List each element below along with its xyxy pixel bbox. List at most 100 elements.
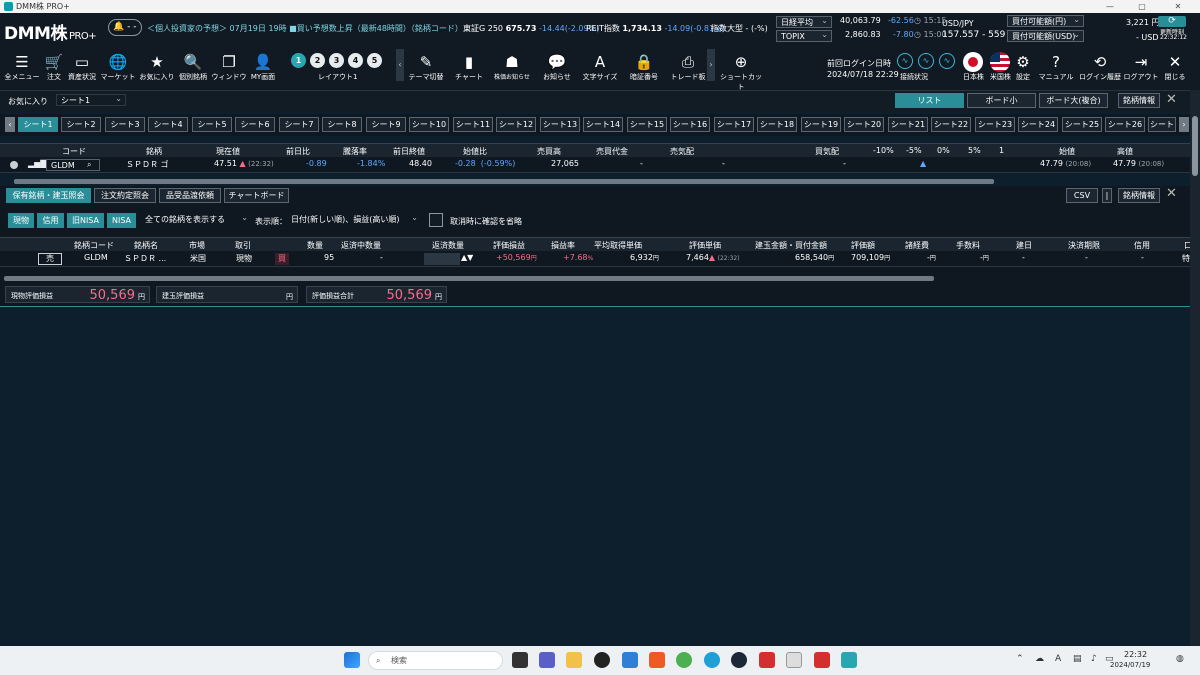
code-input[interactable]: GLDM ⌕ — [46, 159, 100, 171]
close-panel-icon[interactable]: ✕ — [1166, 92, 1177, 107]
notice-button[interactable]: 💬 お知らせ — [537, 52, 577, 82]
holdings-h-scrollbar[interactable] — [4, 276, 934, 281]
tab-sheet11[interactable]: シート11 — [453, 117, 493, 132]
mini-chart-icon[interactable]: ▂▅▇ — [28, 159, 46, 168]
layout-5-button[interactable]: 5 — [367, 53, 382, 68]
tab-sheet9[interactable]: シート9 — [366, 117, 406, 132]
quote-h-scrollbar[interactable] — [14, 179, 994, 184]
teams-icon[interactable] — [539, 652, 555, 668]
tab-sheet7[interactable]: シート7 — [279, 117, 319, 132]
login-history-button[interactable]: ⟲ ログイン履歴 — [1078, 52, 1122, 82]
tab-delivery[interactable]: 品受品渡依頼 — [159, 188, 221, 203]
tab-sheet8[interactable]: シート8 — [322, 117, 362, 132]
tab-sheet14[interactable]: シート14 — [583, 117, 623, 132]
toolbar-scroll-left[interactable]: ‹ — [396, 49, 404, 81]
tab-sheet25[interactable]: シート25 — [1062, 117, 1102, 132]
minimize-button[interactable]: — — [1095, 0, 1125, 13]
brave-icon[interactable] — [649, 652, 665, 668]
notification-icon[interactable]: ◍ — [1176, 654, 1184, 664]
tab-sheet10[interactable]: シート10 — [409, 117, 449, 132]
tabs-scroll-left[interactable]: ‹ — [5, 117, 15, 132]
pdf-icon[interactable] — [759, 652, 775, 668]
tab-sheet16[interactable]: シート16 — [670, 117, 710, 132]
tab-sheet22[interactable]: シート22 — [931, 117, 971, 132]
main-v-scrollbar[interactable] — [1190, 90, 1200, 646]
filter-old-nisa[interactable]: 旧NISA — [67, 213, 104, 228]
market-button[interactable]: 🌐 マーケット — [98, 52, 138, 82]
tray-time[interactable]: 22:32 — [1124, 650, 1147, 659]
tray-chevron-icon[interactable]: ⌃ — [1016, 654, 1024, 664]
close-holdings-icon[interactable]: ✕ — [1166, 186, 1177, 201]
tab-sheet2[interactable]: シート2 — [61, 117, 101, 132]
filter-spot[interactable]: 現物 — [8, 213, 34, 228]
taskbar-search[interactable]: ⌕ 検索 — [368, 651, 503, 670]
tab-sheet23[interactable]: シート23 — [975, 117, 1015, 132]
tab-sheet21[interactable]: シート21 — [888, 117, 928, 132]
skip-confirm-checkbox[interactable] — [429, 213, 443, 227]
stock-detail-button[interactable]: 🔍 個別銘柄 — [173, 52, 213, 82]
manual-button[interactable]: ? マニュアル — [1037, 52, 1075, 82]
cloud-icon[interactable]: ☁ — [1035, 654, 1044, 664]
tab-sheet18[interactable]: シート18 — [757, 117, 797, 132]
close-window-button[interactable]: ✕ — [1163, 0, 1193, 13]
steam-icon[interactable] — [731, 652, 747, 668]
logout-button[interactable]: ⇥ ログアウト — [1122, 52, 1160, 82]
tab-sheet15[interactable]: シート15 — [627, 117, 667, 132]
holding-name[interactable]: ＳＰＤＲ ... — [124, 253, 166, 264]
tab-sheet1[interactable]: シート1 — [18, 117, 58, 132]
tab-sheet-more[interactable]: シート — [1148, 117, 1176, 132]
tabs-scroll-right[interactable]: › — [1179, 117, 1189, 132]
my-screen-button[interactable]: 👤 MY画面 — [243, 52, 283, 82]
tray-date[interactable]: 2024/07/19 — [1110, 661, 1150, 669]
ime-indicator[interactable]: A — [1055, 654, 1061, 664]
assets-button[interactable]: ▭ 資産状況 — [62, 52, 102, 82]
tab-sheet4[interactable]: シート4 — [148, 117, 188, 132]
row-select-radio[interactable] — [10, 161, 18, 169]
layout-1-button[interactable]: 1 — [291, 53, 306, 68]
tab-sheet19[interactable]: シート19 — [801, 117, 841, 132]
dmm-app-icon[interactable] — [841, 652, 857, 668]
index-select-2[interactable]: TOPIX — [776, 29, 832, 42]
snip-icon[interactable] — [786, 652, 802, 668]
explorer-icon[interactable] — [566, 652, 582, 668]
news-ticker[interactable]: ＜個人投資家の予想＞ 07月19日 19時 ■買い予想数上昇（最新48時間）（銘… — [147, 23, 471, 34]
tab-sheet24[interactable]: シート24 — [1018, 117, 1058, 132]
shortcut-button[interactable]: ⊕ ショートカット — [718, 52, 764, 92]
tab-sheet20[interactable]: シート20 — [844, 117, 884, 132]
view-board-small-button[interactable]: ボード小 — [967, 93, 1036, 108]
photos-icon[interactable] — [622, 652, 638, 668]
layout-3-button[interactable]: 3 — [329, 53, 344, 68]
qty-stepper-icon[interactable]: ▲▼ — [461, 253, 473, 262]
quote-row[interactable]: ▂▅▇ GLDM ⌕ ＳＰＤＲ ゴ 47.51 ▲ (22:32) -0.89 -… — [0, 157, 1190, 173]
tab-holdings[interactable]: 保有銘柄・建玉照会 — [6, 188, 91, 203]
buying-power-usd-select[interactable]: 買付可能額(USD) — [1007, 29, 1084, 42]
refresh-button[interactable]: ⟳ — [1158, 16, 1186, 27]
sheet-select[interactable]: シート1 — [56, 93, 126, 106]
tab-sheet5[interactable]: シート5 — [192, 117, 232, 132]
holdings-info-button[interactable]: 銘柄情報 — [1118, 188, 1160, 203]
windows-start-icon[interactable] — [344, 652, 360, 668]
pdf2-icon[interactable] — [814, 652, 830, 668]
sort-select[interactable]: 日付(新しい順)、損益(高い順) — [287, 211, 421, 228]
network-icon[interactable]: ▤ — [1073, 654, 1082, 664]
toolbar-scroll-right[interactable]: › — [707, 49, 715, 81]
column-toggle-button[interactable]: | — [1102, 188, 1112, 203]
tab-orders[interactable]: 注文約定照会 — [94, 188, 156, 203]
layout-4-button[interactable]: 4 — [348, 53, 363, 68]
csv-button[interactable]: CSV — [1066, 188, 1098, 203]
pin-button[interactable]: 🔒 暗証番号 — [624, 52, 664, 82]
speaker-icon[interactable]: ♪ — [1091, 654, 1097, 664]
return-qty-input[interactable] — [424, 253, 460, 265]
filter-nisa[interactable]: NISA — [107, 213, 136, 228]
task-view-icon[interactable] — [512, 652, 528, 668]
quote-name[interactable]: ＳＰＤＲ ゴ — [126, 159, 169, 170]
stock-news-button[interactable]: ☗ 株価お知らせ — [491, 52, 533, 81]
tab-sheet12[interactable]: シート12 — [496, 117, 536, 132]
font-size-button[interactable]: A 文字サイズ — [580, 52, 620, 82]
show-select[interactable]: 全ての銘柄を表示する — [141, 211, 251, 228]
alert-bell-button[interactable]: 🔔 - - — [108, 19, 142, 36]
scroll-thumb[interactable] — [1192, 116, 1198, 176]
edge-icon[interactable] — [704, 652, 720, 668]
tab-sheet6[interactable]: シート6 — [235, 117, 275, 132]
view-board-large-button[interactable]: ボード大(複合) — [1039, 93, 1108, 108]
